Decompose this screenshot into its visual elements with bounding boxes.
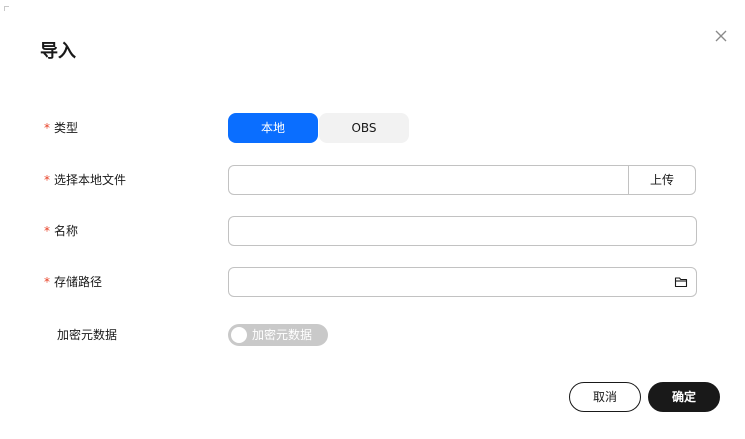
upload-button[interactable]: 上传 <box>628 165 696 195</box>
required-mark: * <box>44 275 50 289</box>
type-label-text: 类型 <box>54 121 79 135</box>
corner-mark <box>4 6 9 11</box>
toggle-text: 加密元数据 <box>252 328 313 342</box>
local-file-label-text: 选择本地文件 <box>54 173 127 187</box>
confirm-button[interactable]: 确定 <box>648 382 720 412</box>
type-option-obs[interactable]: OBS <box>319 113 409 143</box>
required-mark: * <box>44 224 50 238</box>
required-mark: * <box>44 121 50 135</box>
cancel-button[interactable]: 取消 <box>569 382 641 412</box>
type-option-local[interactable]: 本地 <box>228 113 318 143</box>
local-file-input[interactable] <box>228 165 629 195</box>
type-label: * 类型 <box>44 120 78 136</box>
storage-path-label-text: 存储路径 <box>54 275 103 289</box>
dialog-title: 导入 <box>40 41 76 62</box>
storage-path-label: * 存储路径 <box>44 274 102 290</box>
type-segmented-control: 本地 OBS <box>228 113 409 143</box>
name-input[interactable] <box>228 216 697 246</box>
import-dialog: 导入 * 类型 本地 OBS * 选择本地文件 上传 * 名称 * 存储路径 加… <box>0 0 745 439</box>
local-file-label: * 选择本地文件 <box>44 172 126 188</box>
encrypt-metadata-toggle[interactable]: 加密元数据 <box>228 324 328 346</box>
name-label-text: 名称 <box>54 224 79 238</box>
name-label: * 名称 <box>44 223 78 239</box>
encrypt-metadata-label: 加密元数据 <box>57 328 118 342</box>
folder-icon[interactable] <box>674 275 688 289</box>
required-mark: * <box>44 173 50 187</box>
close-icon[interactable] <box>712 27 730 45</box>
storage-path-input[interactable] <box>228 267 697 297</box>
toggle-knob <box>231 327 247 343</box>
